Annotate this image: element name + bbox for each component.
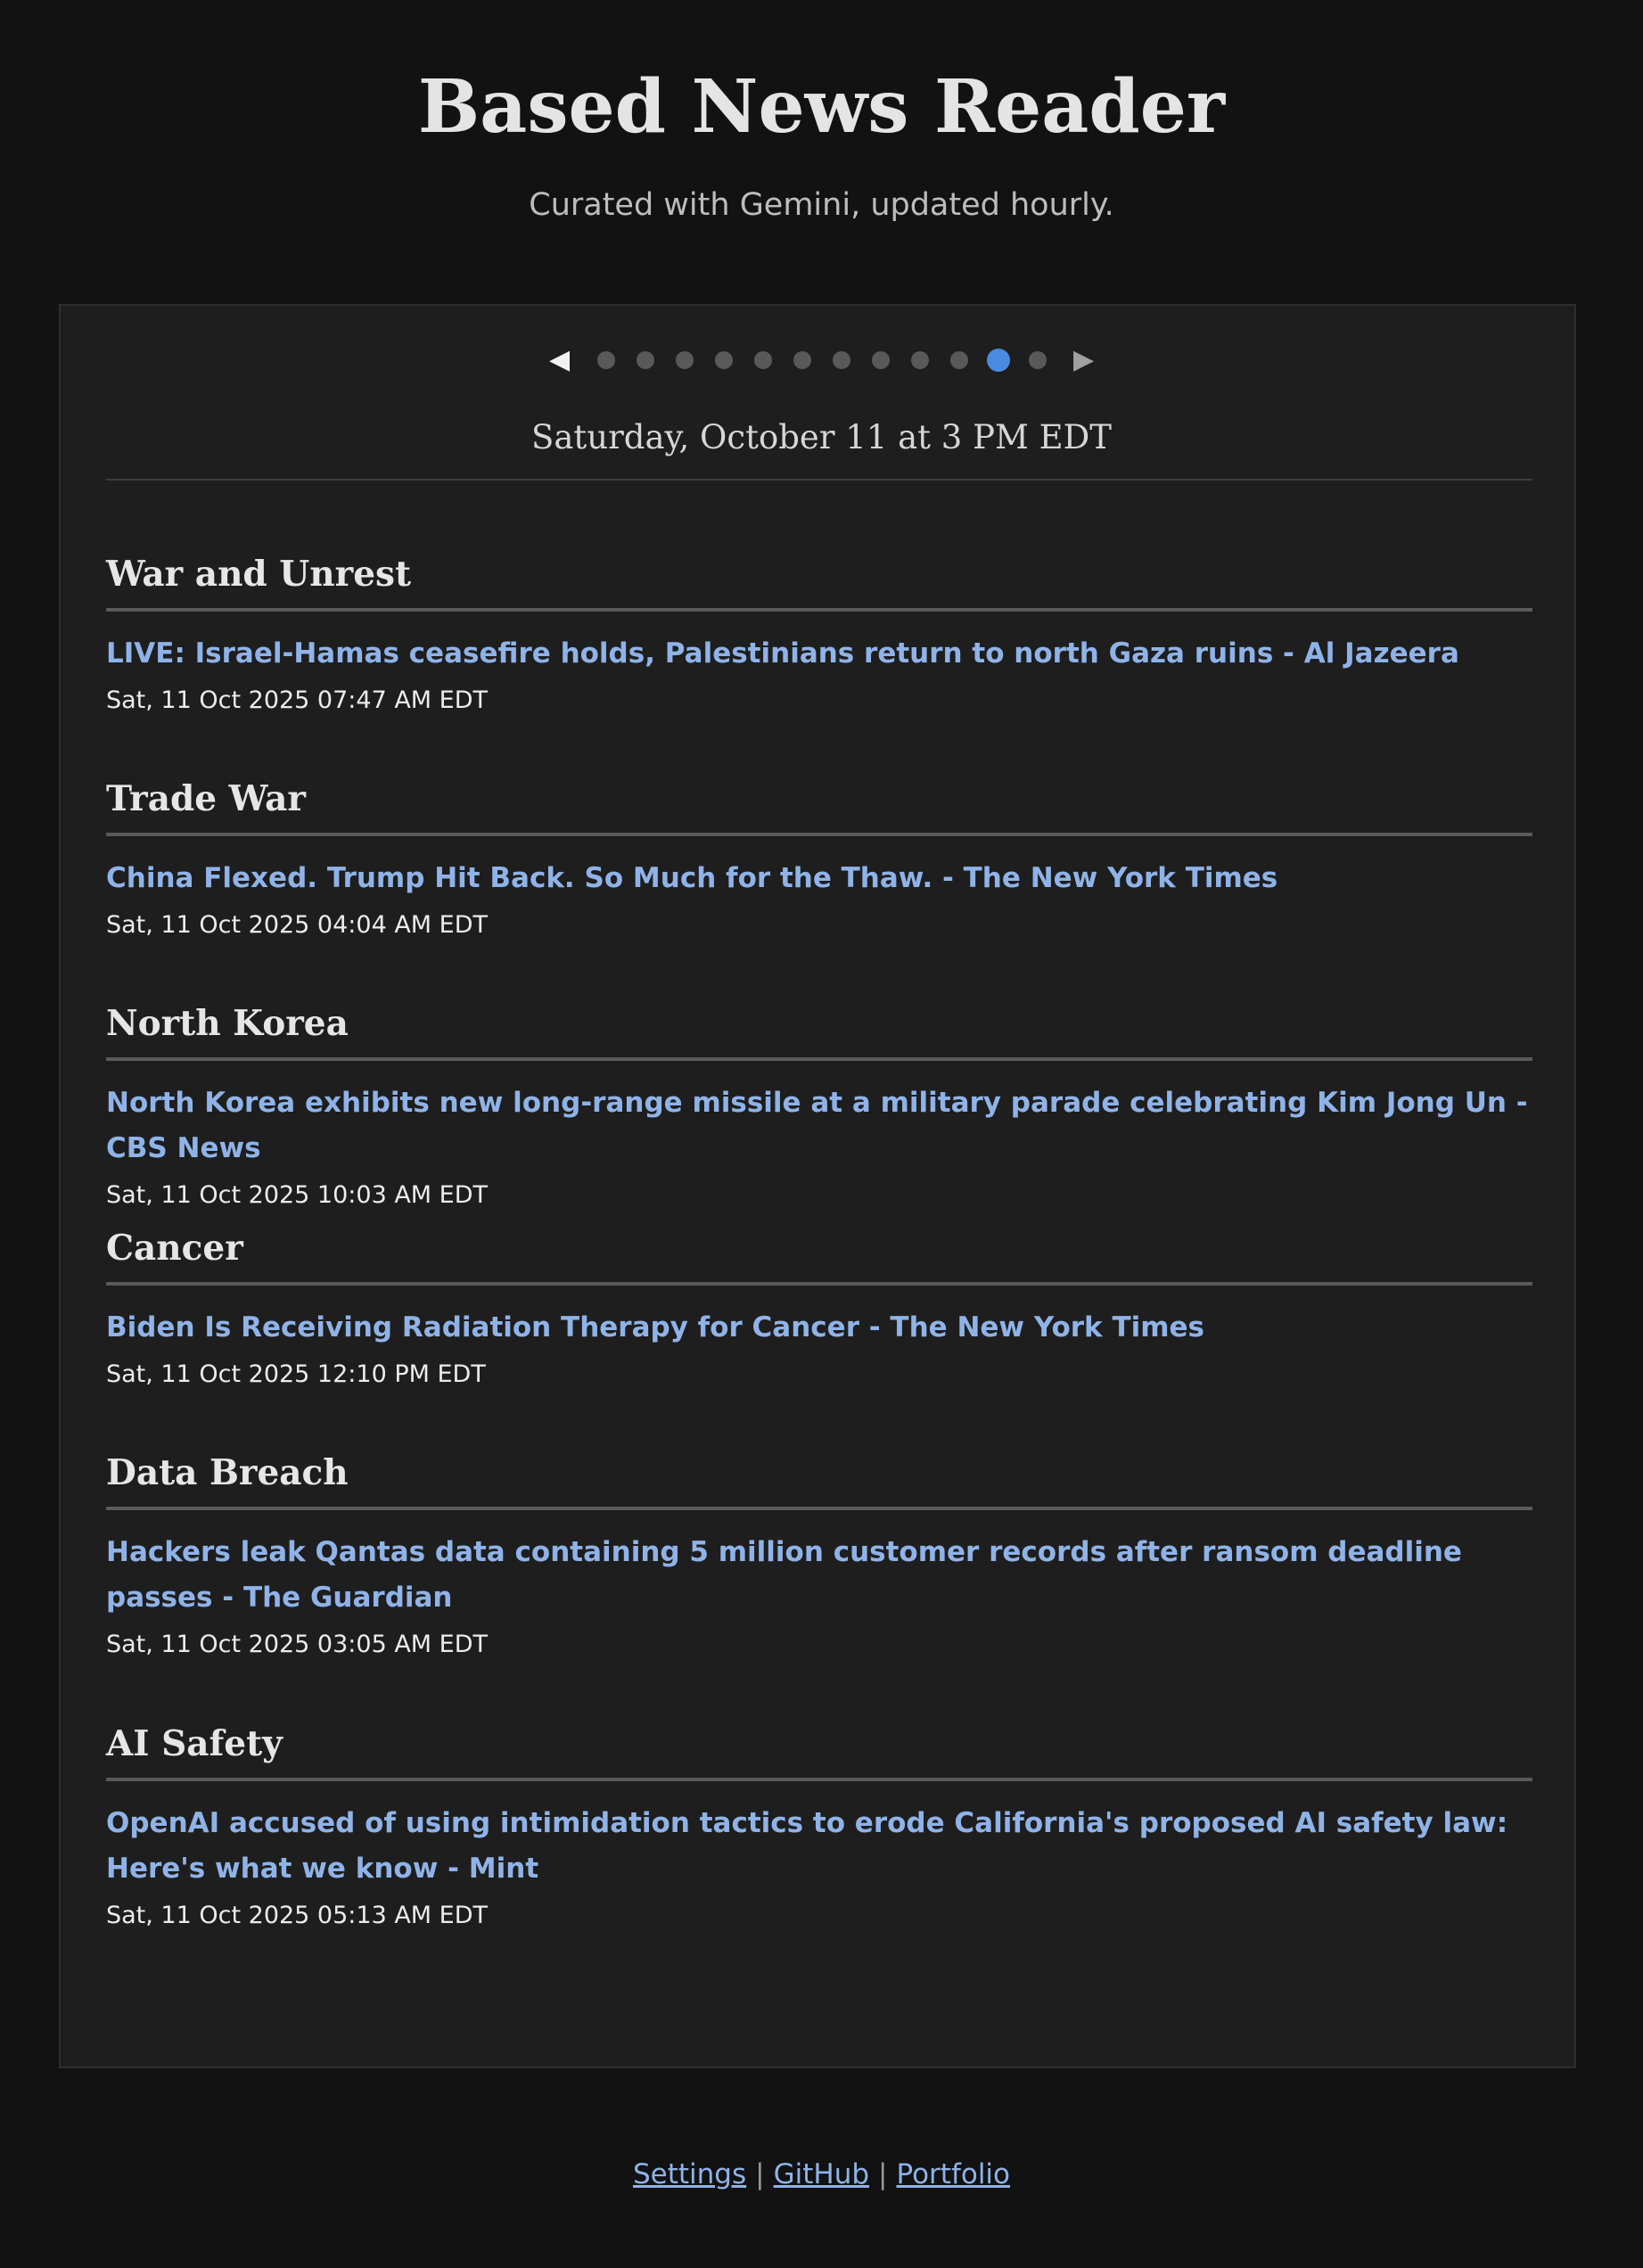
github-link[interactable]: GitHub	[774, 2158, 869, 2190]
pager-dot[interactable]	[871, 351, 890, 369]
section-north-korea: North Korea North Korea exhibits new lon…	[106, 998, 1532, 1218]
article-link[interactable]: North Korea exhibits new long-range miss…	[106, 1081, 1532, 1171]
settings-link[interactable]: Settings	[633, 2158, 746, 2190]
article-timestamp: Sat, 11 Oct 2025 12:10 PM EDT	[106, 1360, 486, 1388]
pager-dot[interactable]	[1028, 351, 1047, 369]
section-war-and-unrest: War and Unrest LIVE: Israel-Hamas ceasef…	[106, 549, 1532, 723]
section-title: Trade War	[106, 774, 1532, 836]
pager-dot[interactable]	[949, 351, 968, 369]
next-arrow-icon[interactable]: ▶	[1066, 342, 1102, 378]
pager-dot[interactable]	[636, 351, 654, 369]
pager-dot[interactable]	[753, 351, 772, 369]
article-link[interactable]: OpenAI accused of using intimidation tac…	[106, 1801, 1532, 1892]
article-link[interactable]: Hackers leak Qantas data containing 5 mi…	[106, 1530, 1532, 1621]
footer-separator: |	[878, 2158, 888, 2190]
section-cancer: Cancer Biden Is Receiving Radiation Ther…	[106, 1223, 1532, 1397]
page: Based News Reader Curated with Gemini, u…	[0, 0, 1643, 2268]
pager-dot-active[interactable]	[986, 349, 1010, 372]
section-title: Cancer	[106, 1223, 1532, 1286]
article-timestamp: Sat, 11 Oct 2025 07:47 AM EDT	[106, 686, 489, 714]
article-link[interactable]: LIVE: Israel-Hamas ceasefire holds, Pale…	[106, 631, 1532, 677]
pager-dot[interactable]	[714, 351, 733, 369]
article-link[interactable]: Biden Is Receiving Radiation Therapy for…	[106, 1305, 1532, 1351]
edition-pager: ◀ ▶	[0, 342, 1643, 378]
section-title: North Korea	[106, 998, 1532, 1061]
site-subtitle: Curated with Gemini, updated hourly.	[529, 187, 1114, 223]
article-timestamp: Sat, 11 Oct 2025 04:04 AM EDT	[106, 911, 489, 939]
section-ai-safety: AI Safety OpenAI accused of using intimi…	[106, 1719, 1532, 1938]
section-title: War and Unrest	[106, 549, 1532, 612]
section-trade-war: Trade War China Flexed. Trump Hit Back. …	[106, 774, 1532, 948]
pager-dot[interactable]	[832, 351, 850, 369]
article-timestamp: Sat, 11 Oct 2025 05:13 AM EDT	[106, 1902, 489, 1929]
pager-dot[interactable]	[793, 351, 811, 369]
site-title: Based News Reader	[417, 64, 1226, 150]
article-link[interactable]: China Flexed. Trump Hit Back. So Much fo…	[106, 856, 1532, 901]
article-timestamp: Sat, 11 Oct 2025 03:05 AM EDT	[106, 1631, 489, 1658]
section-title: Data Breach	[106, 1448, 1532, 1510]
pager-dot[interactable]	[910, 351, 929, 369]
section-data-breach: Data Breach Hackers leak Qantas data con…	[106, 1448, 1532, 1667]
date-divider	[106, 479, 1532, 481]
portfolio-link[interactable]: Portfolio	[896, 2158, 1010, 2190]
article-timestamp: Sat, 11 Oct 2025 10:03 AM EDT	[106, 1181, 489, 1209]
pager-dot[interactable]	[596, 351, 615, 369]
footer-separator: |	[755, 2158, 765, 2190]
pager-dots	[587, 349, 1057, 372]
pager-dot[interactable]	[675, 351, 694, 369]
footer: Settings | GitHub | Portfolio	[0, 2152, 1643, 2197]
section-title: AI Safety	[106, 1719, 1532, 1781]
previous-arrow-icon[interactable]: ◀	[542, 342, 578, 378]
edition-date: Saturday, October 11 at 3 PM EDT	[530, 418, 1112, 456]
